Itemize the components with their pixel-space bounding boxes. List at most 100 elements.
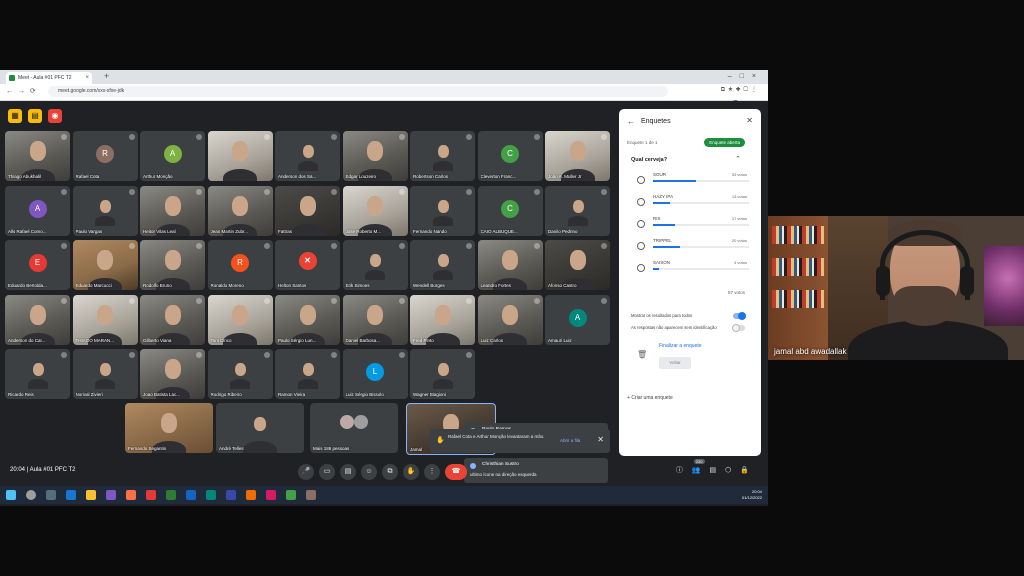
participant-tile[interactable]: C CAIO ALBUQUE... bbox=[477, 185, 543, 236]
nav-buttons[interactable]: ←→⟳ bbox=[6, 87, 41, 95]
activities-icon[interactable]: ▦ bbox=[8, 109, 22, 123]
open-queue-link[interactable]: Abrir a fila bbox=[560, 438, 580, 443]
participant-tile[interactable]: Danilo Pedrino bbox=[545, 185, 610, 236]
chat-notification[interactable]: Christhian Sustro ultimo ícone na direçã… bbox=[464, 458, 608, 483]
participant-tile[interactable]: Ramon Vieira bbox=[275, 349, 340, 399]
back-button[interactable]: Voltar bbox=[659, 357, 691, 369]
participant-tile[interactable]: Rodolfo Bruno bbox=[140, 240, 205, 290]
close-icon[interactable]: ✕ bbox=[746, 116, 753, 125]
app-icon[interactable] bbox=[106, 490, 116, 500]
participant-tile[interactable]: Heitor Vilas Leal bbox=[140, 185, 205, 236]
radio-button[interactable] bbox=[637, 198, 645, 206]
participant-tile[interactable]: R Ronaldo Moreno bbox=[207, 240, 273, 290]
host-controls-icon[interactable]: 🔒 bbox=[740, 467, 758, 474]
participant-tile[interactable] bbox=[207, 131, 273, 181]
finish-poll-link[interactable]: Finalizar a enquete bbox=[659, 343, 702, 349]
radio-button[interactable] bbox=[637, 242, 645, 250]
tab-close-icon[interactable]: × bbox=[85, 72, 89, 84]
app-icon[interactable] bbox=[306, 490, 316, 500]
participant-tile[interactable]: L Luiz Sérgio Bissolo bbox=[342, 349, 408, 399]
window-controls[interactable]: –□× bbox=[728, 70, 764, 84]
participant-tile[interactable]: André Telles bbox=[216, 403, 304, 453]
url-field[interactable]: meet.google.com/xxx-xfxe-jdk bbox=[48, 86, 668, 97]
participant-tile[interactable]: Anderson do Car... bbox=[5, 294, 70, 345]
poll-option[interactable]: RIS 17 votos bbox=[637, 216, 749, 234]
participant-tile[interactable]: Rodrigo Ribeiro bbox=[207, 349, 273, 399]
notes-icon[interactable]: ▤ bbox=[28, 109, 42, 123]
emoji-icon[interactable]: ☺ bbox=[361, 463, 377, 480]
participant-tile[interactable]: ✕ Helton Santos bbox=[275, 240, 340, 290]
participant-tile[interactable]: Fernando Segantin bbox=[125, 403, 213, 453]
poll-option[interactable]: TRIPPEL 20 votos bbox=[637, 238, 749, 256]
firefox-icon[interactable] bbox=[126, 490, 136, 500]
app-icon[interactable] bbox=[266, 490, 276, 500]
participant-tile[interactable]: C Cleverton Franc... bbox=[477, 131, 543, 181]
participant-tile[interactable]: A Alls Rafael Como... bbox=[5, 185, 70, 236]
close-icon[interactable]: ✕ bbox=[597, 435, 604, 444]
search-icon[interactable] bbox=[26, 490, 36, 500]
participant-tile[interactable]: Jean Martin Zubr... bbox=[207, 185, 273, 236]
participant-tile[interactable]: Gilberto Viana bbox=[140, 294, 205, 345]
radio-button[interactable] bbox=[637, 264, 645, 272]
show-results-toggle[interactable] bbox=[733, 312, 746, 320]
participant-tile[interactable]: Ricardo Reis bbox=[5, 349, 70, 399]
participant-tile[interactable]: Daniel Barbosa... bbox=[342, 294, 408, 345]
poll-option[interactable]: SAISON 4 votos bbox=[637, 260, 749, 278]
create-poll-button[interactable]: + Criar uma enquete bbox=[627, 395, 673, 401]
more-options-icon[interactable]: ⋮ bbox=[424, 463, 440, 480]
participant-tile[interactable]: Eduardo Marcucci bbox=[72, 240, 138, 290]
mic-icon[interactable]: 🎤 bbox=[298, 463, 314, 480]
radio-button[interactable] bbox=[637, 176, 645, 184]
participant-tile[interactable]: E Eduardo Bertolda... bbox=[5, 240, 70, 290]
participant-tile[interactable]: Robertson Carlos bbox=[410, 131, 475, 181]
participant-tile[interactable]: Norival Zivieri bbox=[72, 349, 138, 399]
radio-button[interactable] bbox=[637, 220, 645, 228]
record-icon[interactable]: ◉ bbox=[48, 109, 62, 123]
poll-option[interactable]: SOUR 33 votos bbox=[637, 172, 749, 190]
back-arrow-icon[interactable]: ← bbox=[627, 117, 635, 126]
new-tab-icon[interactable]: + bbox=[104, 71, 109, 81]
people-icon[interactable]: 👥 230 bbox=[692, 459, 710, 474]
captions-icon[interactable]: ▤ bbox=[340, 463, 356, 480]
app-icon[interactable] bbox=[246, 490, 256, 500]
poll-option[interactable]: HAZY IPA 13 votos bbox=[637, 194, 749, 212]
participant-tile[interactable]: Jose Roberto M... bbox=[342, 185, 408, 236]
chat-icon[interactable]: ▤ bbox=[710, 467, 726, 474]
browser-extension-icons[interactable]: ⧉★✚▢ ⋮ bbox=[721, 86, 760, 109]
raise-hand-icon[interactable]: ✋ bbox=[403, 463, 419, 480]
participant-tile[interactable]: Thiago Abukhalil bbox=[5, 131, 70, 181]
end-call-icon[interactable]: ☎ bbox=[445, 463, 467, 480]
participant-tile[interactable]: Edgar Louzeiro bbox=[342, 131, 408, 181]
participant-tile[interactable]: Afonso Castro bbox=[545, 240, 610, 290]
participant-tile[interactable]: A Arthur Monção bbox=[140, 131, 205, 181]
app-icon[interactable] bbox=[206, 490, 216, 500]
windows-start-icon[interactable] bbox=[6, 490, 16, 500]
app-icon[interactable] bbox=[226, 490, 236, 500]
camera-icon[interactable]: ▭ bbox=[319, 463, 335, 480]
participant-tile[interactable]: R Rafael Cota bbox=[72, 131, 138, 181]
participant-tile[interactable]: THIAGO MARAN... bbox=[72, 294, 138, 345]
participant-tile[interactable]: Fattras bbox=[275, 185, 340, 236]
participant-tile[interactable]: Anderson dos Sa... bbox=[275, 131, 340, 181]
participant-tile[interactable]: Leandro Fortes bbox=[477, 240, 543, 290]
participant-tile[interactable]: Fred Pinto bbox=[410, 294, 475, 345]
word-icon[interactable] bbox=[186, 490, 196, 500]
participant-tile[interactable]: Paulo Sérgio Lun... bbox=[275, 294, 340, 345]
participant-tile[interactable]: Toni Cinco bbox=[207, 294, 273, 345]
task-view-icon[interactable] bbox=[46, 490, 56, 500]
browser-tab[interactable]: Meet - Aula #01 PFC T2 × bbox=[6, 72, 92, 84]
participant-tile[interactable]: A Amauri Luiz bbox=[545, 294, 610, 345]
chrome-icon[interactable] bbox=[146, 490, 156, 500]
info-icon[interactable]: ⓘ bbox=[676, 467, 692, 474]
participant-tile[interactable]: Wendell Borges bbox=[410, 240, 475, 290]
excel-icon[interactable] bbox=[166, 490, 176, 500]
present-icon[interactable]: ⧉ bbox=[382, 463, 398, 480]
participant-tile[interactable]: Joao Batista Lac... bbox=[140, 349, 205, 399]
more-participants-tile[interactable]: Mais 186 pessoas bbox=[310, 403, 398, 453]
trash-icon[interactable]: 🗑 bbox=[637, 350, 647, 359]
activities-icon[interactable]: ⬡ bbox=[725, 467, 740, 474]
participant-tile[interactable]: Fernando Nando bbox=[410, 185, 475, 236]
app-icon[interactable] bbox=[286, 490, 296, 500]
edge-icon[interactable] bbox=[66, 490, 76, 500]
anonymous-toggle[interactable] bbox=[732, 324, 745, 332]
